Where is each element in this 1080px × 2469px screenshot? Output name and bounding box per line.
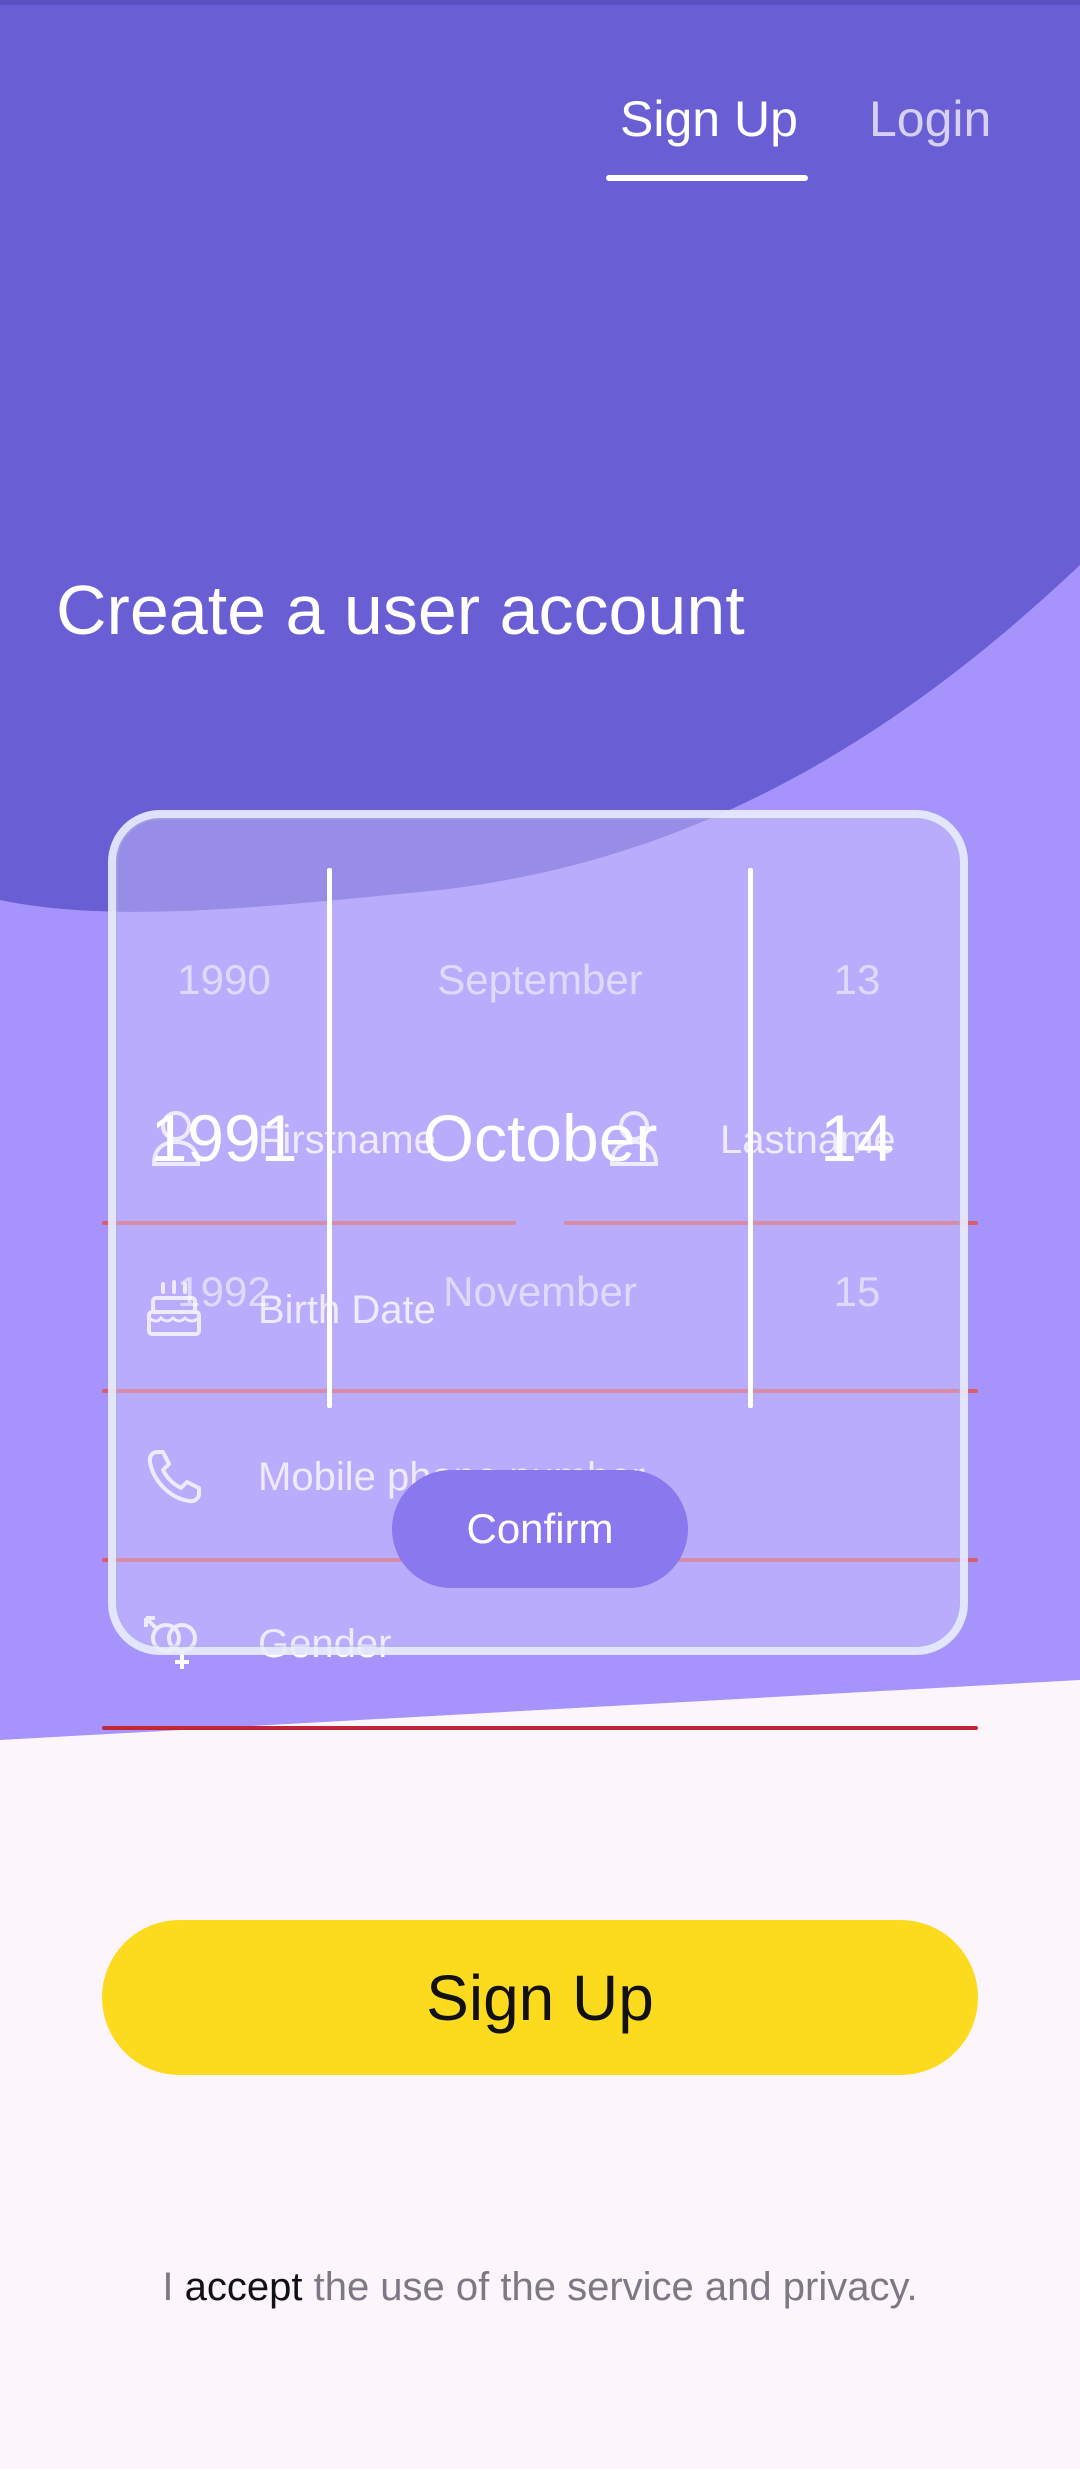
month-option-prev[interactable]: September bbox=[340, 956, 740, 1004]
gender-underline bbox=[102, 1726, 978, 1730]
month-option-selected[interactable]: October bbox=[340, 1100, 740, 1176]
terms-suffix: the use of the service and privacy. bbox=[302, 2265, 918, 2309]
terms-text: I accept the use of the service and priv… bbox=[0, 2265, 1080, 2310]
accept-link[interactable]: accept bbox=[185, 2265, 303, 2309]
year-option-prev[interactable]: 1990 bbox=[124, 956, 324, 1004]
day-option-prev[interactable]: 13 bbox=[757, 956, 957, 1004]
confirm-button[interactable]: Confirm bbox=[392, 1470, 688, 1588]
terms-prefix: I bbox=[162, 2265, 185, 2309]
tab-login[interactable]: Login bbox=[869, 90, 991, 148]
day-option-selected[interactable]: 14 bbox=[757, 1100, 957, 1176]
picker-divider-right bbox=[748, 868, 753, 1408]
day-option-next[interactable]: 15 bbox=[757, 1268, 957, 1316]
month-option-next[interactable]: November bbox=[340, 1268, 740, 1316]
tab-signup[interactable]: Sign Up bbox=[620, 90, 798, 148]
page-title: Create a user account bbox=[56, 571, 745, 649]
year-option-selected[interactable]: 1991 bbox=[124, 1100, 324, 1176]
tab-active-indicator bbox=[606, 175, 808, 181]
sign-up-button[interactable]: Sign Up bbox=[102, 1920, 978, 2075]
picker-divider-left bbox=[327, 868, 332, 1408]
year-option-next[interactable]: 1992 bbox=[124, 1268, 324, 1316]
